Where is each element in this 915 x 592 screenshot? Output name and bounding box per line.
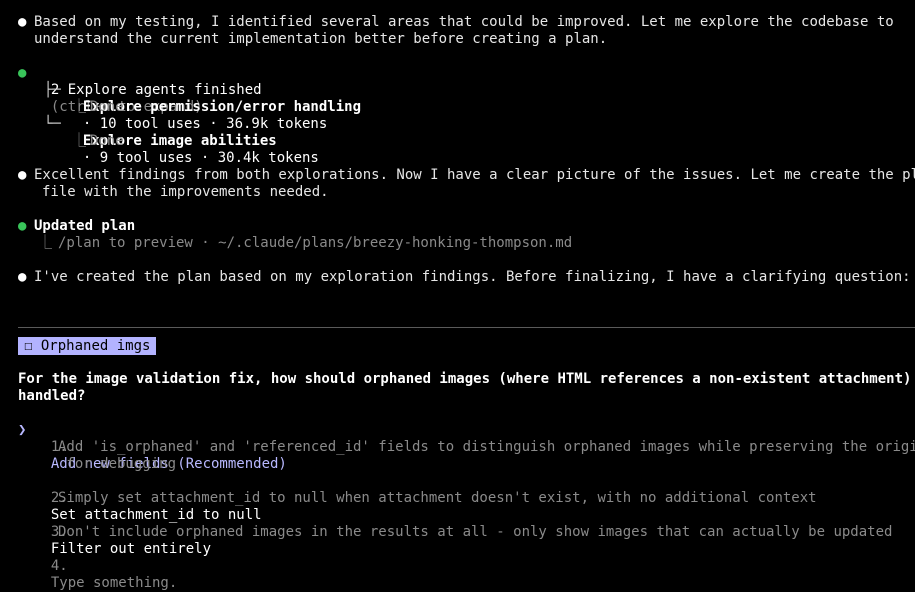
message-text: understand the current implementation be…: [34, 31, 608, 47]
option-4[interactable]: 4. Type something.: [34, 541, 177, 592]
divider: [18, 327, 915, 328]
question-prompt: For the image validation fix, how should…: [18, 371, 915, 387]
option-description: Add 'is_orphaned' and 'referenced_id' fi…: [58, 439, 915, 455]
message-text: file with the improvements needed.: [42, 184, 329, 200]
message-text: Excellent findings from both exploration…: [34, 167, 915, 183]
tree-corner-icon: ⎿: [38, 235, 52, 251]
checkbox-icon: ☐: [24, 338, 33, 354]
tree-corner-icon: ⎿: [72, 133, 86, 149]
question-prompt: handled?: [18, 388, 86, 404]
message-text: I've created the plan based on my explor…: [34, 269, 911, 285]
message-bullet-icon: ●: [18, 14, 27, 30]
status-bullet-icon: ●: [18, 65, 27, 81]
agent-status: Done: [90, 133, 124, 149]
cursor-icon: ❯: [18, 422, 27, 438]
option-description: for debugging: [58, 456, 177, 472]
plan-path[interactable]: /plan to preview · ~/.claude/plans/breez…: [58, 235, 572, 252]
question-tag: ☐ Orphaned imgs: [18, 337, 157, 355]
tree-branch-icon: ├─: [44, 82, 61, 98]
option-description: Simply set attachment_id to null when at…: [58, 490, 817, 506]
agent-status: Done: [90, 99, 124, 115]
agent-stats: · 9 tool uses · 30.4k tokens: [82, 150, 319, 166]
message-text: Based on my testing, I identified severa…: [34, 14, 894, 30]
message-bullet-icon: ●: [18, 167, 27, 183]
tree-branch-icon: └─: [44, 116, 61, 132]
plan-title: Updated plan: [34, 218, 136, 234]
message-bullet-icon: ●: [18, 269, 27, 285]
question-tag-label: Orphaned imgs: [40, 338, 151, 354]
option-label: Type something.: [50, 575, 178, 591]
agent-name: Explore permission/error handling: [82, 99, 362, 115]
option-description: Don't include orphaned images in the res…: [58, 524, 893, 540]
status-bullet-icon: ●: [18, 218, 27, 234]
tree-corner-icon: ⎿: [72, 99, 86, 115]
